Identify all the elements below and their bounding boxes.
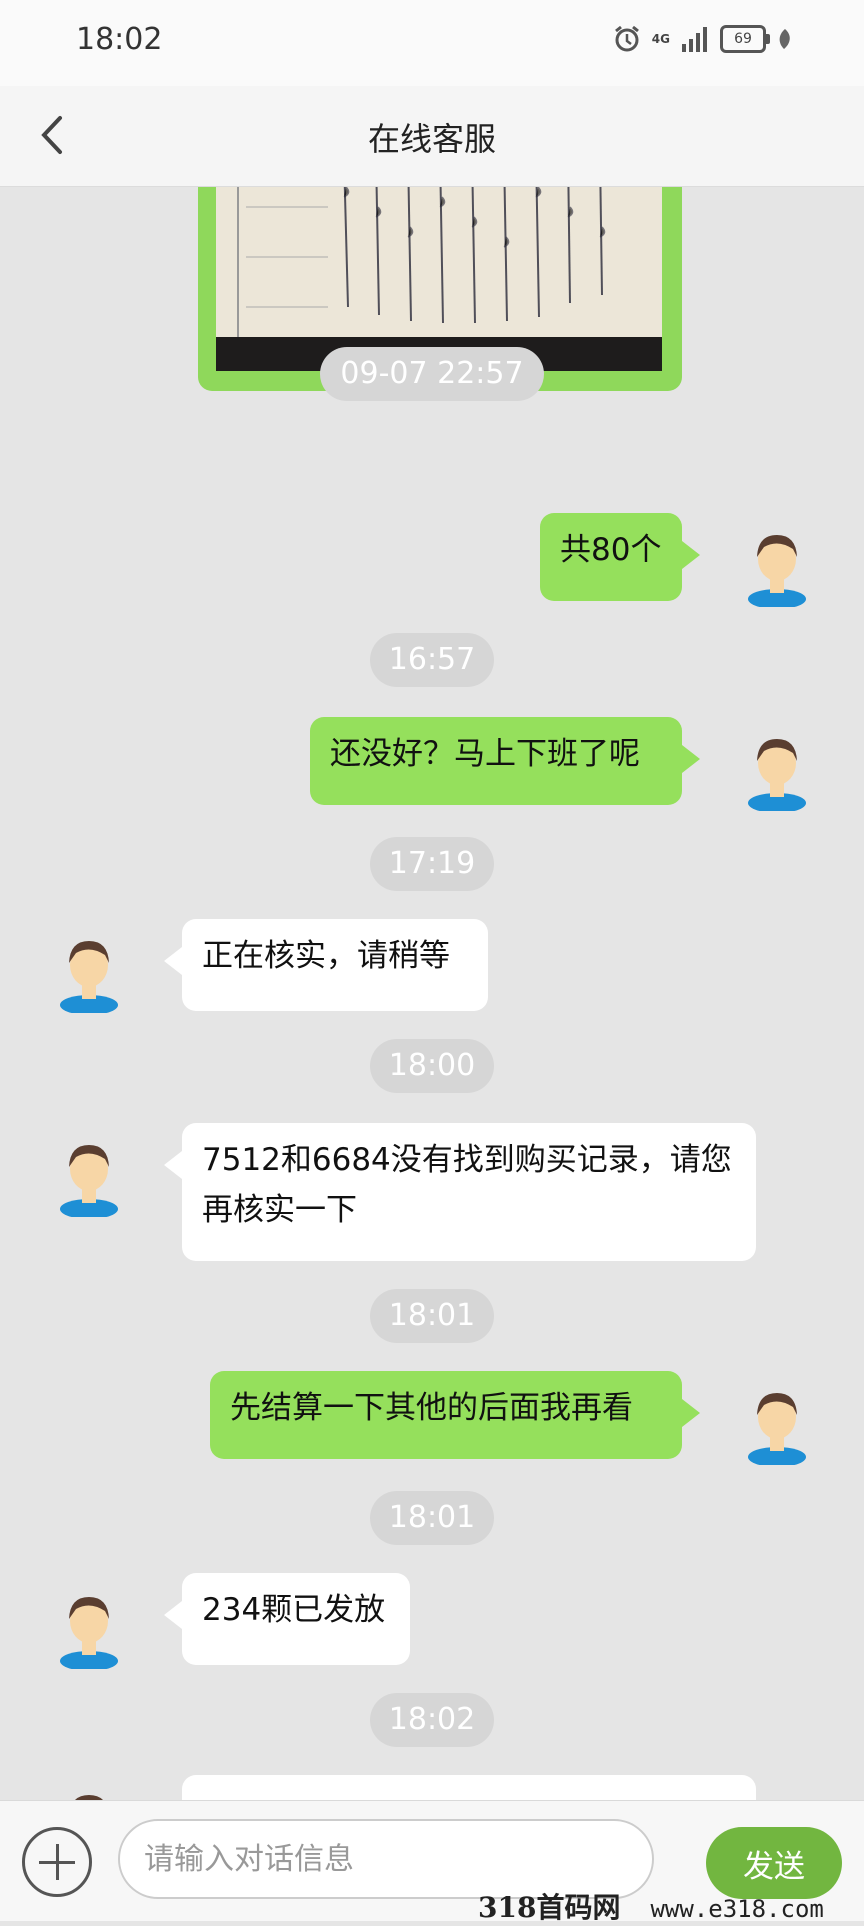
timestamp: 18:02 (370, 1693, 494, 1747)
message-bubble-agent[interactable]: 7512和6684没有找到购买记录，请您再核实一下 (164, 1123, 756, 1261)
message-bubble-agent[interactable]: 234颗已发放 (164, 1573, 410, 1665)
timestamp: 17:19 (370, 837, 494, 891)
timestamp: 18:00 (370, 1039, 494, 1093)
user-avatar (748, 535, 806, 607)
message-bubble-agent[interactable]: 正在核实，请稍等 (164, 919, 488, 1011)
watermark: 318首码网 www.e318.com (478, 1886, 824, 1926)
timestamp: 09-07 22:57 (320, 347, 544, 401)
timestamp: 16:57 (370, 633, 494, 687)
message-bubble-me[interactable]: 还没好？马上下班了呢 (310, 717, 700, 805)
message-bubble-me[interactable]: 共80个 (540, 513, 700, 601)
agent-avatar (75, 1795, 103, 1800)
watermark-text: 318首码网 (478, 1891, 621, 1924)
battery-level: 69 (734, 31, 752, 47)
battery-icon: 69 (720, 25, 770, 53)
alarm-icon (614, 25, 639, 52)
chat-header: 在线客服 (0, 86, 864, 187)
status-bar: 18:02 4G 69 (0, 0, 864, 86)
agent-avatar (60, 1597, 118, 1669)
add-attachment-button[interactable] (22, 1827, 92, 1897)
network-label: 4G (651, 32, 670, 46)
agent-avatar (60, 941, 118, 1013)
timestamp: 18:01 (370, 1289, 494, 1343)
timestamp: 18:01 (370, 1491, 494, 1545)
agent-avatar (60, 1145, 118, 1217)
watermark-url: www.e318.com (650, 1895, 824, 1923)
user-avatar (748, 1393, 806, 1465)
message-bubble-agent-partial[interactable] (182, 1775, 756, 1800)
leaf-icon (779, 29, 790, 49)
signal-icon (682, 27, 707, 52)
handwritten-notes-image (216, 187, 662, 371)
user-avatar (748, 739, 806, 811)
status-icons: 4G 69 (612, 24, 794, 54)
chat-area[interactable]: 09-07 22:57 共80个 16:57 还没好？马上下班了呢 17:19 … (0, 187, 864, 1800)
message-bubble-me[interactable]: 先结算一下其他的后面我再看 (210, 1371, 700, 1459)
status-time: 18:02 (76, 22, 163, 57)
page-title: 在线客服 (367, 120, 496, 158)
